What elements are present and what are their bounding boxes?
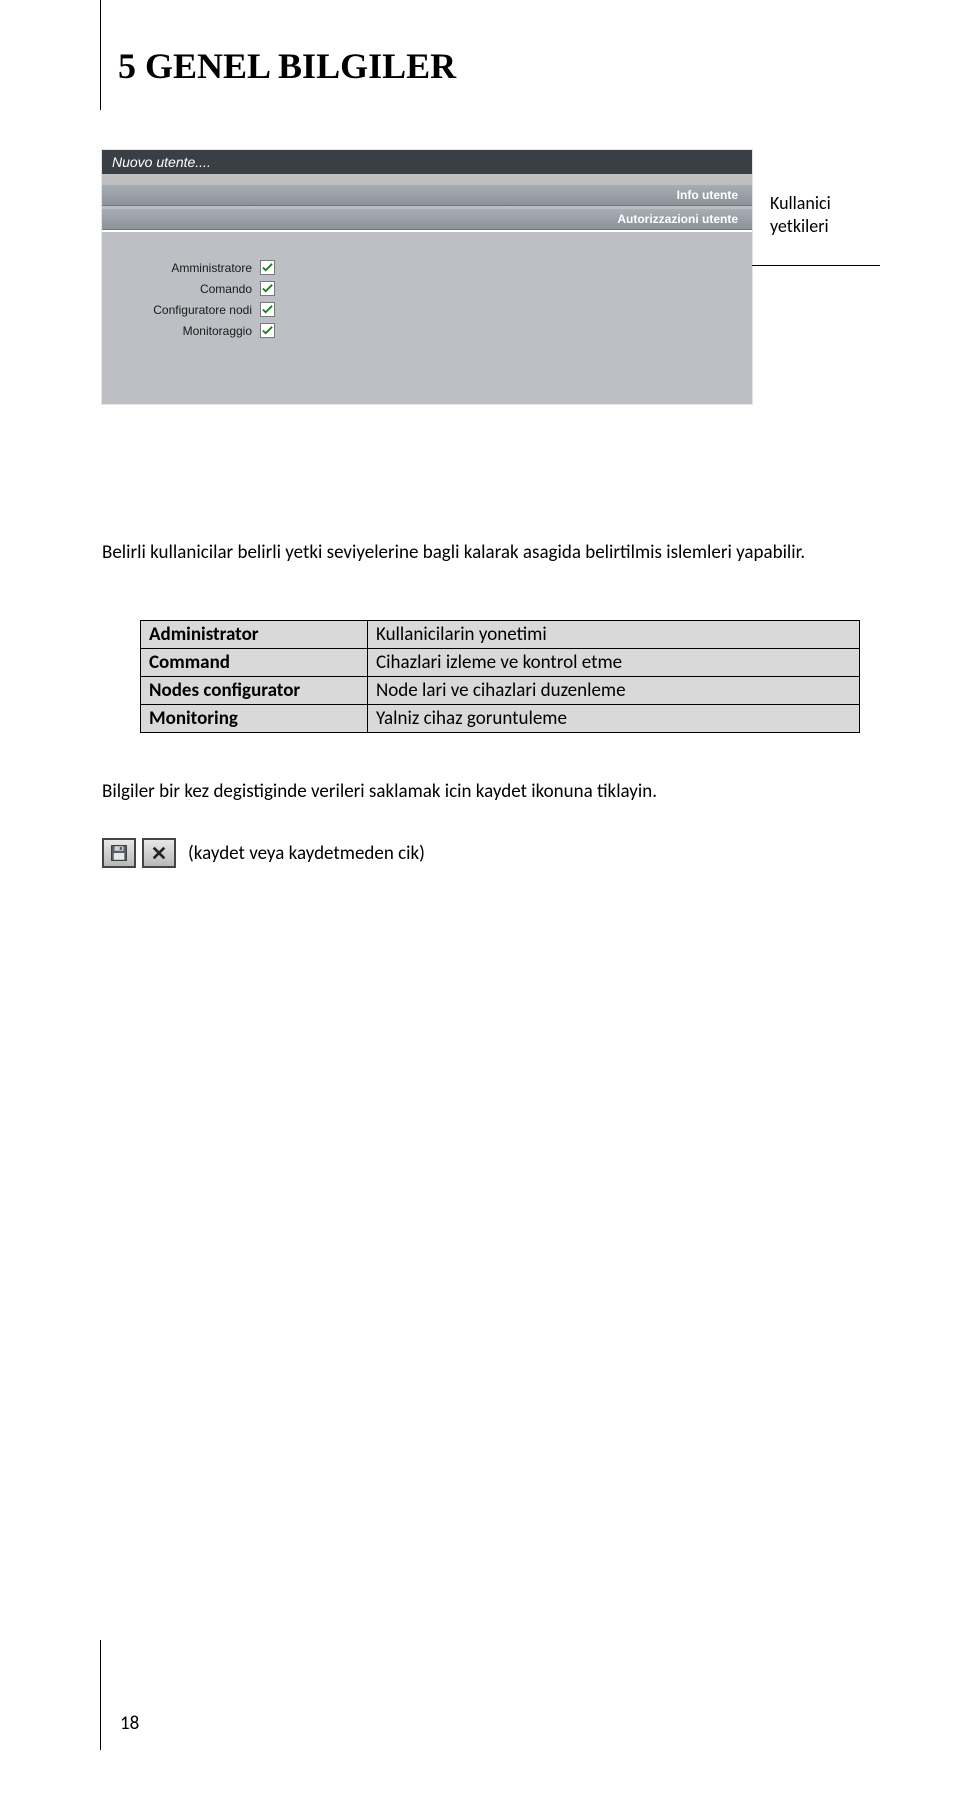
annotation-line-1: Kullanici — [770, 192, 890, 215]
perm-row-configuratore: Configuratore nodi — [122, 302, 732, 317]
icon-row: (kaydet veya kaydetmeden cik) — [102, 838, 425, 868]
page-title: 5 GENEL BILGILER — [118, 45, 456, 87]
dialog-title: Nuovo utente.... — [102, 150, 752, 174]
perm-row-comando: Comando — [122, 281, 732, 296]
user-dialog: Nuovo utente.... Info utente Autorizzazi… — [102, 150, 752, 404]
cell-val: Cihazlari izleme ve kontrol etme — [368, 649, 860, 677]
save-button[interactable] — [102, 838, 136, 868]
check-icon — [262, 325, 273, 336]
annotation-line-2: yetkileri — [770, 215, 890, 238]
margin-rule-bottom — [100, 1640, 101, 1750]
margin-rule-top — [100, 0, 101, 110]
check-icon — [262, 262, 273, 273]
floppy-icon — [110, 844, 128, 862]
cell-val: Kullanicilarin yonetimi — [368, 621, 860, 649]
table-row: Administrator Kullanicilarin yonetimi — [141, 621, 860, 649]
intro-paragraph: Belirli kullanicilar belirli yetki seviy… — [102, 540, 862, 566]
page: 5 GENEL BILGILER Kullanici yetkileri Nuo… — [0, 0, 960, 1796]
perm-row-monitoraggio: Monitoraggio — [122, 323, 732, 338]
cell-val: Node lari ve cihazlari duzenleme — [368, 677, 860, 705]
permissions-table: Administrator Kullanicilarin yonetimi Co… — [140, 620, 860, 733]
checkbox-amministratore[interactable] — [260, 260, 275, 275]
cancel-button[interactable] — [142, 838, 176, 868]
cell-val: Yalniz cihaz goruntuleme — [368, 705, 860, 733]
checkbox-configuratore[interactable] — [260, 302, 275, 317]
cell-key: Administrator — [141, 621, 368, 649]
page-number: 18 — [120, 1712, 139, 1735]
checkbox-monitoraggio[interactable] — [260, 323, 275, 338]
cell-key: Command — [141, 649, 368, 677]
close-icon — [151, 845, 167, 861]
perm-label: Comando — [122, 282, 252, 296]
tab-autorizzazioni-utente[interactable]: Autorizzazioni utente — [102, 208, 752, 230]
perm-row-amministratore: Amministratore — [122, 260, 732, 275]
table-row: Monitoring Yalniz cihaz goruntuleme — [141, 705, 860, 733]
cell-key: Monitoring — [141, 705, 368, 733]
table-row: Command Cihazlari izleme ve kontrol etme — [141, 649, 860, 677]
checkbox-comando[interactable] — [260, 281, 275, 296]
tab-bar: Info utente Autorizzazioni utente — [102, 174, 752, 230]
dialog-body: Amministratore Comando Configuratore nod… — [102, 232, 752, 404]
check-icon — [262, 283, 273, 294]
check-icon — [262, 304, 273, 315]
cell-key: Nodes configurator — [141, 677, 368, 705]
tab-info-utente[interactable]: Info utente — [102, 184, 752, 206]
perm-label: Amministratore — [122, 261, 252, 275]
perm-label: Monitoraggio — [122, 324, 252, 338]
save-instruction: Bilgiler bir kez degistiginde verileri s… — [102, 780, 862, 803]
perm-label: Configuratore nodi — [122, 303, 252, 317]
annotation-label: Kullanici yetkileri — [770, 192, 890, 237]
table-row: Nodes configurator Node lari ve cihazlar… — [141, 677, 860, 705]
annotation-underline — [750, 265, 880, 266]
icon-caption: (kaydet veya kaydetmeden cik) — [188, 842, 425, 865]
